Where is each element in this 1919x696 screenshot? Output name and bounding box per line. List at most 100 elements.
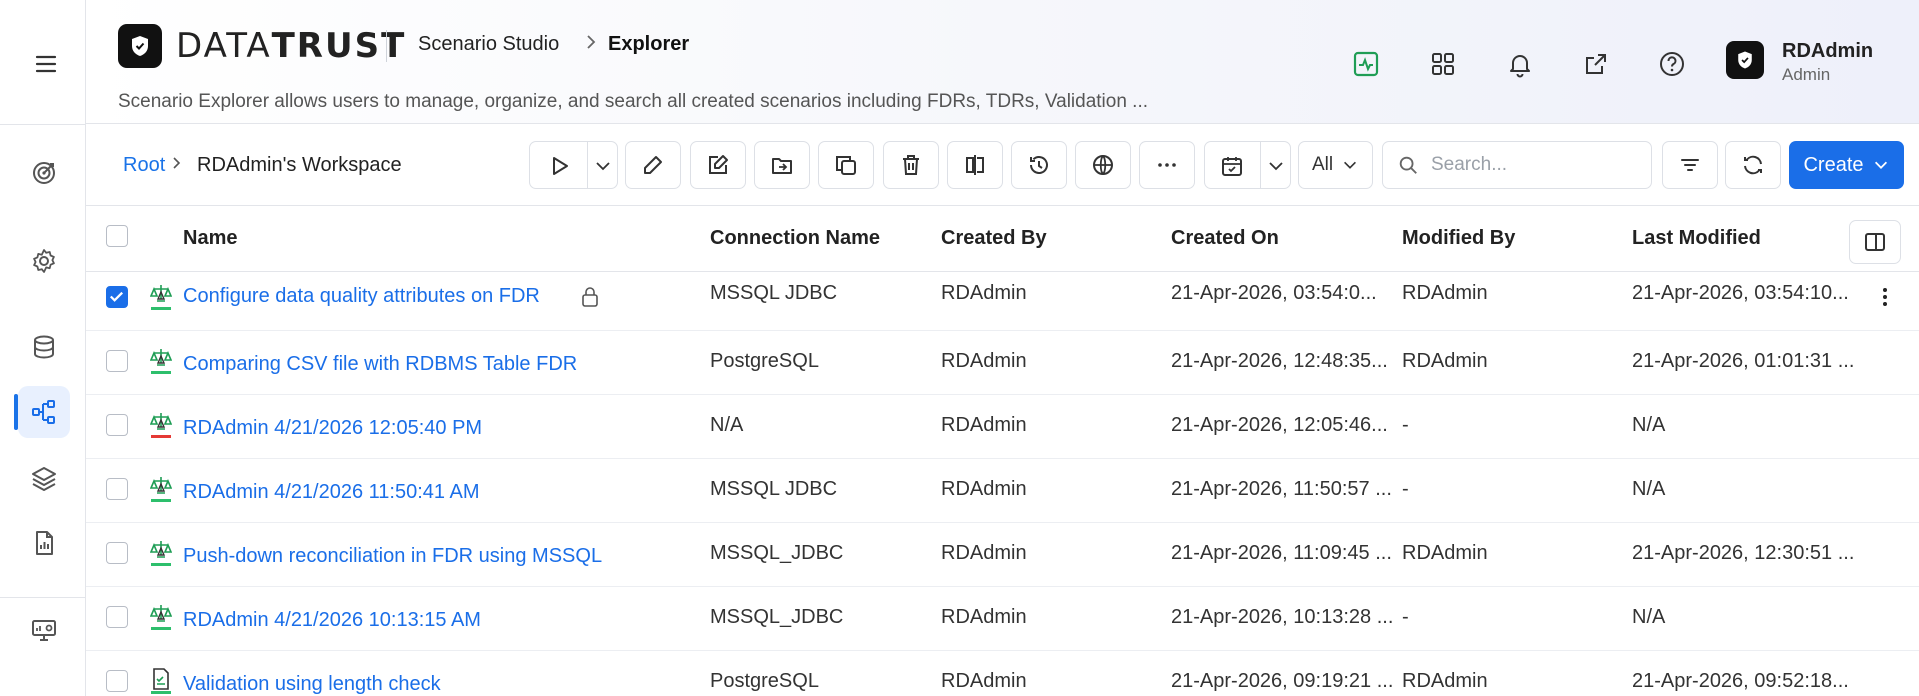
column-header-created-by[interactable]: Created By bbox=[941, 227, 1047, 250]
cell-connection: N/A bbox=[710, 414, 744, 436]
cell-connection: MSSQL JDBC bbox=[710, 478, 838, 500]
brand-name: DATATRUST bbox=[176, 26, 407, 66]
scenario-name-link[interactable]: RDAdmin 4/21/2026 12:05:40 PM bbox=[183, 417, 482, 440]
scenario-name-link[interactable]: Push-down reconciliation in FDR using MS… bbox=[183, 545, 602, 568]
scenario-name-link[interactable]: RDAdmin 4/21/2026 11:50:41 AM bbox=[183, 481, 479, 504]
help-icon[interactable] bbox=[1656, 48, 1688, 80]
rail-divider bbox=[0, 124, 86, 125]
header-crumb-app[interactable]: Scenario Studio bbox=[418, 33, 559, 56]
pencil-button[interactable] bbox=[625, 141, 681, 189]
delete-button[interactable] bbox=[883, 141, 939, 189]
external-link-icon[interactable] bbox=[1580, 48, 1612, 80]
cell-last-modified: 21-Apr-2026, 12:30:51 ... bbox=[1632, 542, 1855, 564]
table-row[interactable]: RDAdmin 4/21/2026 10:13:15 AM MSSQL_JDBC R… bbox=[86, 587, 1919, 651]
scope-select[interactable]: All bbox=[1298, 141, 1373, 189]
column-header-modified-by[interactable]: Modified By bbox=[1402, 227, 1515, 250]
column-settings-button[interactable] bbox=[1849, 220, 1901, 264]
scenario-name-link[interactable]: Configure data quality attributes on FDR bbox=[183, 285, 540, 308]
target-icon bbox=[33, 162, 55, 184]
move-folder-icon bbox=[772, 158, 792, 174]
user-avatar[interactable] bbox=[1726, 41, 1764, 79]
rail-divider bbox=[0, 597, 86, 598]
fdr-icon bbox=[149, 347, 173, 375]
row-checkbox[interactable] bbox=[106, 414, 128, 436]
row-kebab-menu-icon[interactable] bbox=[1881, 285, 1889, 309]
column-header-connection[interactable]: Connection Name bbox=[710, 227, 880, 250]
create-button-label: Create bbox=[1803, 153, 1864, 176]
rail-item-reports[interactable] bbox=[18, 517, 70, 569]
cell-last-modified: N/A bbox=[1632, 606, 1666, 628]
search-input[interactable] bbox=[1431, 154, 1631, 176]
rail-item-monitor[interactable] bbox=[18, 604, 70, 656]
scenario-explorer-app: DATATRUST Scenario Studio Explorer Scena… bbox=[0, 0, 1919, 696]
column-header-created-on[interactable]: Created On bbox=[1171, 227, 1279, 250]
apps-grid-icon[interactable] bbox=[1427, 48, 1459, 80]
column-header-name[interactable]: Name bbox=[183, 227, 237, 250]
row-checkbox[interactable] bbox=[106, 286, 128, 308]
breadcrumb-workspace: RDAdmin's Workspace bbox=[197, 154, 402, 176]
page-description: Scenario Explorer allows users to manage… bbox=[118, 91, 1149, 112]
row-checkbox[interactable] bbox=[106, 478, 128, 500]
cell-created-by: RDAdmin bbox=[941, 542, 1027, 564]
select-all-checkbox[interactable] bbox=[106, 225, 128, 247]
row-checkbox[interactable] bbox=[106, 670, 128, 692]
table-row[interactable]: Push-down reconciliation in FDR using MS… bbox=[86, 523, 1919, 587]
table-row[interactable]: Configure data quality attributes on FDR… bbox=[86, 267, 1919, 331]
compare-button[interactable] bbox=[947, 141, 1003, 189]
run-split-button[interactable] bbox=[529, 141, 618, 189]
table-row[interactable]: RDAdmin 4/21/2026 12:05:40 PM N/A RDAdmin 2… bbox=[86, 395, 1919, 459]
cell-created-by: RDAdmin bbox=[941, 350, 1027, 372]
chevron-down-icon[interactable] bbox=[593, 156, 613, 176]
rail-item-layers[interactable] bbox=[18, 452, 70, 504]
rail-item-data-sources[interactable] bbox=[18, 321, 70, 373]
trash-icon bbox=[903, 155, 919, 175]
edit-button[interactable] bbox=[690, 141, 746, 189]
breadcrumb-root[interactable]: Root bbox=[123, 154, 165, 177]
scenarios-table: Name Connection Name Created By Created … bbox=[86, 206, 1919, 696]
column-header-last-modified[interactable]: Last Modified bbox=[1632, 227, 1761, 250]
refresh-icon bbox=[1744, 155, 1762, 175]
search-box[interactable] bbox=[1382, 141, 1652, 189]
copy-button[interactable] bbox=[818, 141, 874, 189]
lock-icon bbox=[580, 286, 600, 308]
cell-created-on: 21-Apr-2026, 11:09:45 ... bbox=[1171, 542, 1392, 564]
activity-monitor-icon[interactable] bbox=[1350, 48, 1382, 80]
scenario-name-link[interactable]: Validation using length check bbox=[183, 673, 441, 696]
cell-connection: PostgreSQL bbox=[710, 350, 819, 372]
hamburger-menu-icon[interactable] bbox=[29, 52, 63, 76]
header-divider bbox=[386, 30, 387, 62]
cell-modified-by: - bbox=[1402, 414, 1409, 436]
scenario-name-link[interactable]: RDAdmin 4/21/2026 10:13:15 AM bbox=[183, 609, 481, 632]
date-filter-split-button[interactable] bbox=[1204, 141, 1291, 189]
user-name[interactable]: RDAdmin bbox=[1782, 40, 1873, 63]
scenario-name-link[interactable]: Comparing CSV file with RDBMS Table FDR bbox=[183, 353, 577, 376]
bell-icon[interactable] bbox=[1504, 48, 1536, 80]
table-row[interactable]: Validation using length check PostgreSQL R… bbox=[86, 651, 1919, 696]
move-button[interactable] bbox=[754, 141, 810, 189]
create-button[interactable]: Create bbox=[1789, 141, 1904, 189]
chevron-right-icon bbox=[585, 33, 597, 56]
left-nav-rail bbox=[0, 0, 86, 696]
refresh-button[interactable] bbox=[1725, 141, 1781, 189]
row-checkbox[interactable] bbox=[106, 350, 128, 372]
filter-button[interactable] bbox=[1662, 141, 1718, 189]
app-header: DATATRUST Scenario Studio Explorer Scena… bbox=[86, 0, 1919, 124]
table-row[interactable]: RDAdmin 4/21/2026 11:50:41 AM MSSQL JDBC R… bbox=[86, 459, 1919, 523]
publish-button[interactable] bbox=[1075, 141, 1131, 189]
row-checkbox[interactable] bbox=[106, 606, 128, 628]
rail-item-scenario-studio[interactable] bbox=[18, 386, 70, 438]
row-checkbox[interactable] bbox=[106, 542, 128, 564]
chevron-down-icon bbox=[1344, 161, 1357, 169]
columns-icon bbox=[1865, 233, 1885, 251]
rail-item-targets[interactable] bbox=[18, 147, 70, 199]
cell-last-modified: N/A bbox=[1632, 478, 1666, 500]
more-actions-button[interactable] bbox=[1139, 141, 1195, 189]
table-row[interactable]: Comparing CSV file with RDBMS Table FDR P… bbox=[86, 331, 1919, 395]
chevron-down-icon[interactable] bbox=[1266, 156, 1286, 176]
cell-last-modified: N/A bbox=[1632, 414, 1666, 436]
cell-connection: MSSQL_JDBC bbox=[710, 606, 844, 628]
rail-item-settings[interactable] bbox=[18, 235, 70, 287]
brand-logo[interactable]: DATATRUST bbox=[118, 24, 406, 68]
history-button[interactable] bbox=[1011, 141, 1067, 189]
cell-last-modified: 21-Apr-2026, 09:52:18... bbox=[1632, 670, 1849, 692]
